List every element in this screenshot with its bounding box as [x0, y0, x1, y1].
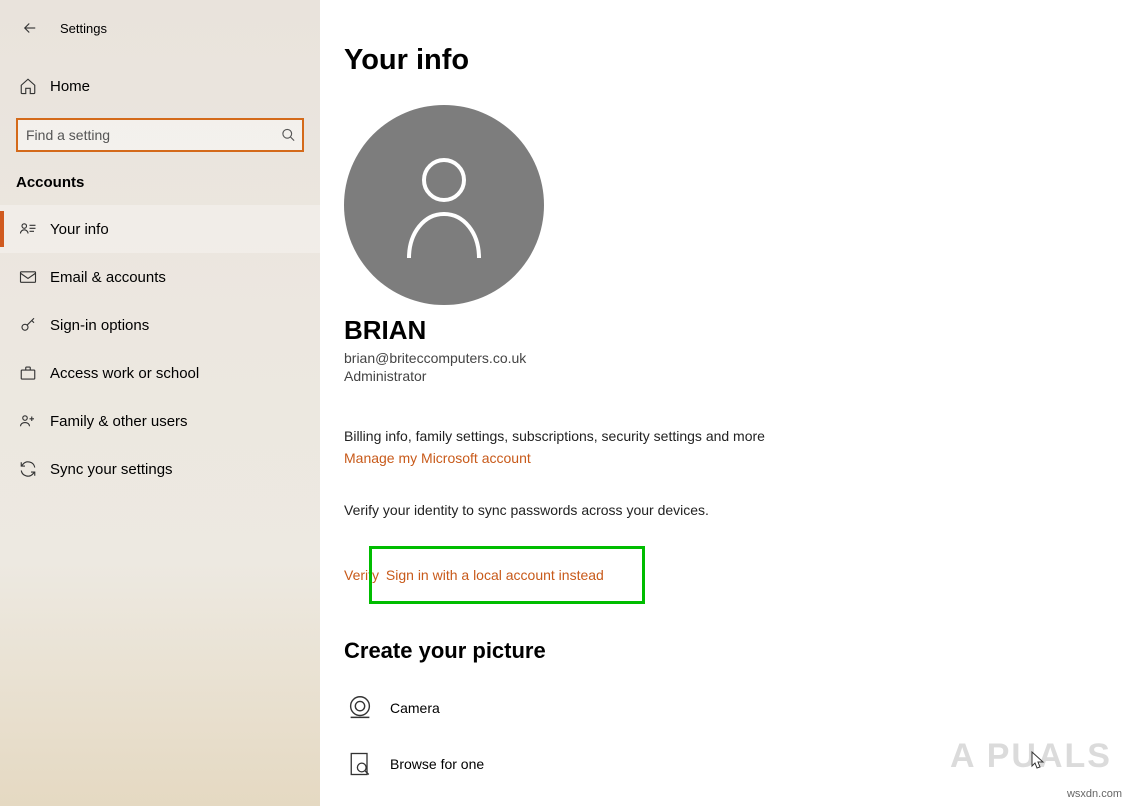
sidebar: Settings Home Accounts Your info Email &…	[0, 0, 320, 806]
home-icon	[16, 74, 40, 98]
person-card-icon	[16, 217, 40, 241]
arrow-left-icon	[21, 19, 39, 37]
search-icon	[281, 128, 296, 143]
nav-home[interactable]: Home	[0, 62, 320, 110]
page-title: Your info	[344, 44, 1132, 77]
source-text: wsxdn.com	[1067, 788, 1122, 800]
search-input[interactable]	[16, 118, 304, 152]
camera-row[interactable]: Camera	[344, 680, 1132, 736]
main-content: Your info BRIAN brian@briteccomputers.co…	[320, 0, 1132, 806]
back-button[interactable]	[16, 14, 44, 42]
sidebar-item-label: Your info	[50, 221, 109, 238]
person-icon	[399, 150, 489, 260]
sidebar-item-your-info[interactable]: Your info	[0, 205, 320, 253]
sync-icon	[16, 457, 40, 481]
key-icon	[16, 313, 40, 337]
user-email: brian@briteccomputers.co.uk	[344, 350, 1132, 366]
people-icon	[16, 409, 40, 433]
avatar	[344, 105, 544, 305]
sidebar-item-work-school[interactable]: Access work or school	[0, 349, 320, 397]
sidebar-item-label: Sync your settings	[50, 461, 173, 478]
browse-label: Browse for one	[390, 756, 484, 772]
sidebar-item-sync[interactable]: Sync your settings	[0, 445, 320, 493]
settings-title: Settings	[60, 21, 107, 36]
sidebar-item-email[interactable]: Email & accounts	[0, 253, 320, 301]
manage-account-link[interactable]: Manage my Microsoft account	[344, 450, 531, 466]
sidebar-item-label: Sign-in options	[50, 317, 149, 334]
camera-label: Camera	[390, 700, 440, 716]
sidebar-item-label: Email & accounts	[50, 269, 166, 286]
browse-icon	[344, 748, 376, 780]
signin-local-link[interactable]: Sign in with a local account instead	[386, 567, 604, 583]
category-label: Accounts	[0, 152, 320, 205]
user-name: BRIAN	[344, 315, 1132, 346]
camera-icon	[344, 692, 376, 724]
sidebar-item-label: Family & other users	[50, 413, 188, 430]
cursor-icon	[1030, 750, 1046, 770]
mail-icon	[16, 265, 40, 289]
verify-text: Verify your identity to sync passwords a…	[344, 502, 1132, 518]
picture-section-title: Create your picture	[344, 638, 1132, 664]
sidebar-item-signin[interactable]: Sign-in options	[0, 301, 320, 349]
nav-home-label: Home	[50, 78, 90, 95]
sidebar-item-family[interactable]: Family & other users	[0, 397, 320, 445]
highlight-box: Sign in with a local account instead	[369, 546, 645, 604]
header-row: Settings	[0, 10, 320, 46]
billing-info-text: Billing info, family settings, subscript…	[344, 428, 1132, 444]
search-wrap	[16, 118, 304, 152]
user-role: Administrator	[344, 368, 1132, 384]
briefcase-icon	[16, 361, 40, 385]
sidebar-item-label: Access work or school	[50, 365, 199, 382]
